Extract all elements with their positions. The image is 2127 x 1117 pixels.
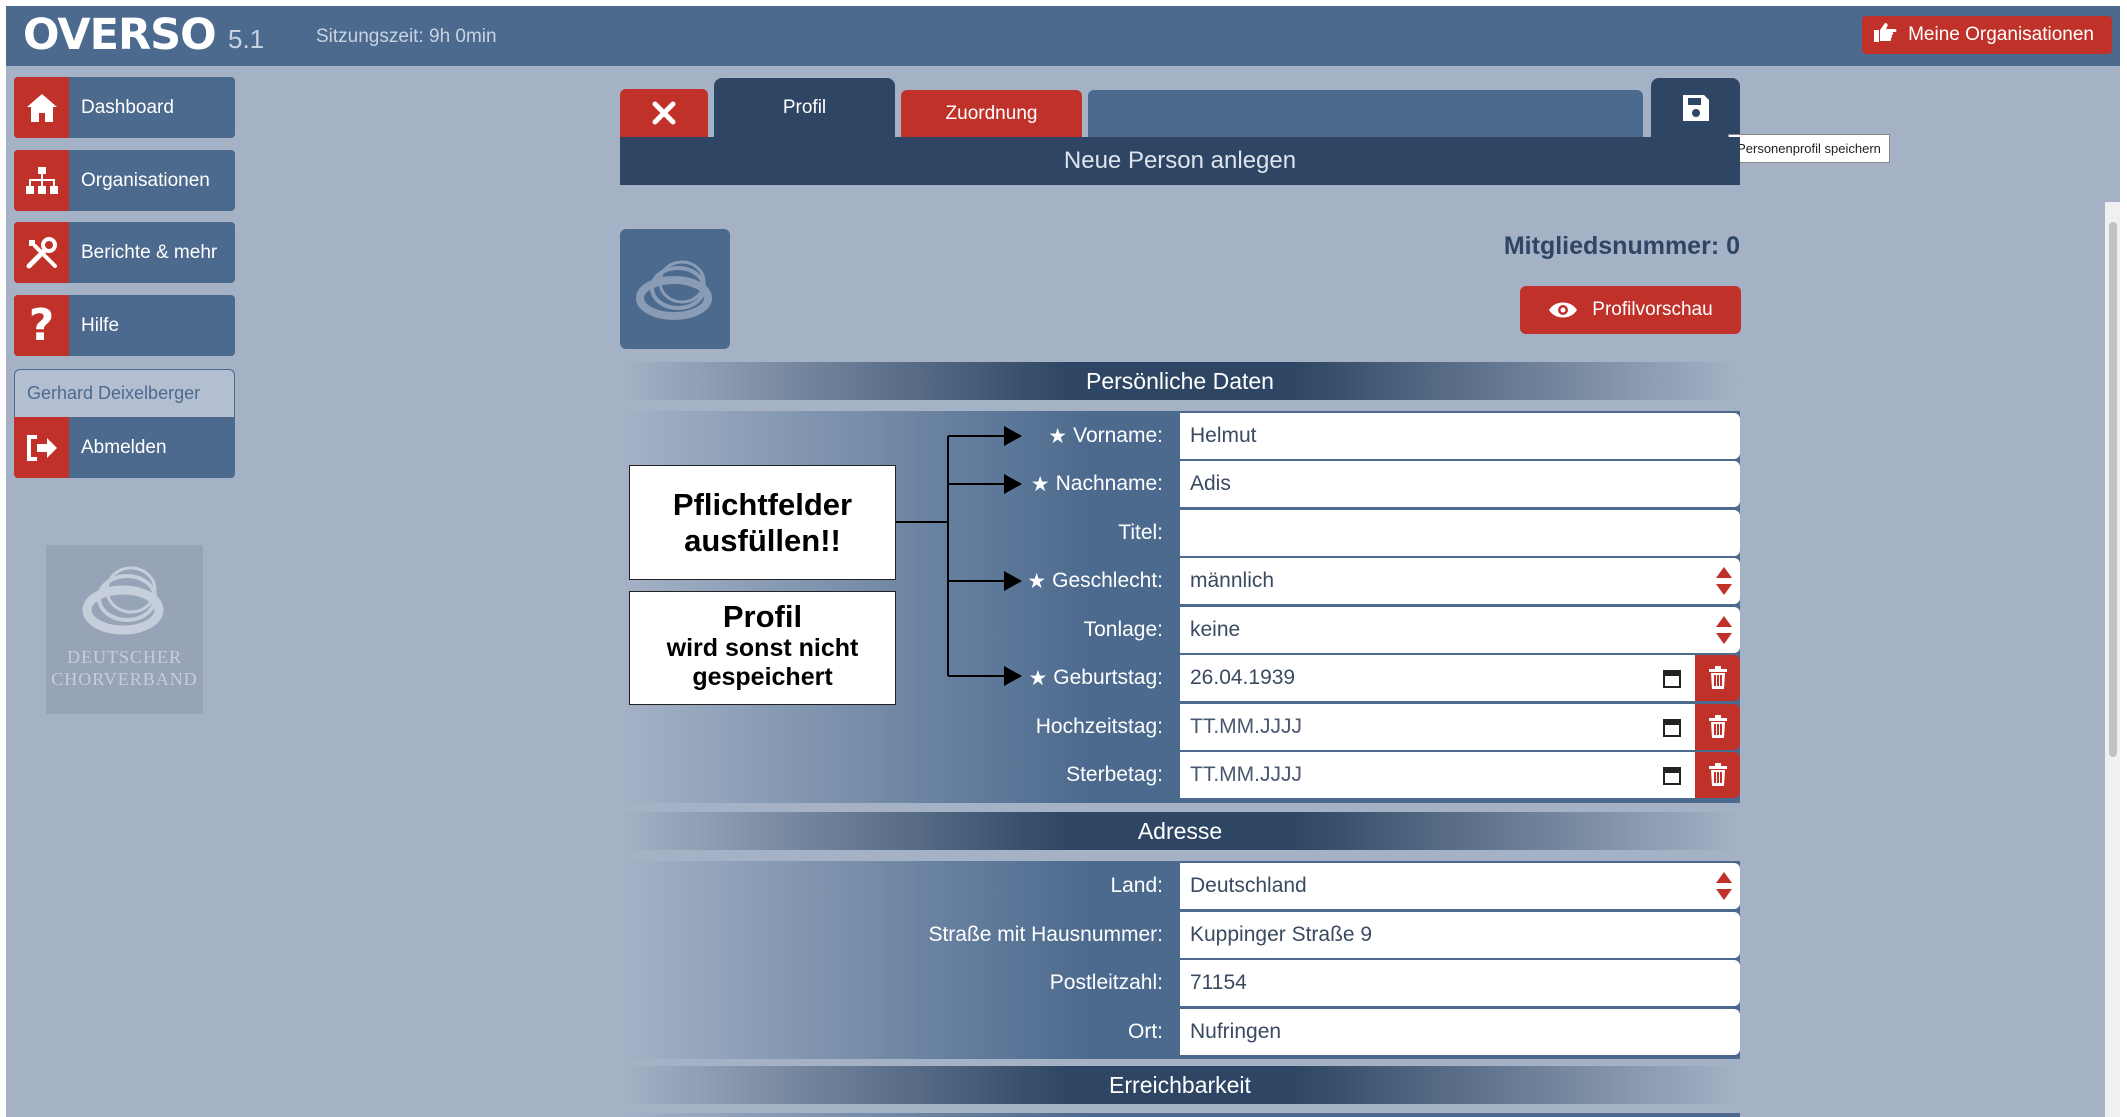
calendar-icon[interactable]: [1663, 765, 1681, 785]
ort-label: Ort:: [1128, 1020, 1163, 1043]
geburtstag-value: 26.04.1939: [1190, 666, 1296, 689]
vorname-label: ★ Vorname:: [1048, 424, 1163, 448]
save-icon: [1682, 95, 1709, 121]
sidebar-item-label: Organisationen: [81, 169, 210, 191]
annotation-line: Profil: [722, 599, 803, 634]
sidebar-item-label: Berichte & mehr: [81, 241, 218, 263]
app-version: 5.1: [228, 24, 265, 54]
hochzeitstag-label: Hochzeitstag:: [1035, 715, 1163, 738]
sterbetag-field[interactable]: TT.MM.JJJJ: [1180, 752, 1695, 798]
plz-field[interactable]: 71154: [1180, 960, 1740, 1006]
tab-zuordnung[interactable]: Zuordnung: [901, 90, 1082, 138]
logo-text-line: DEUTSCHER: [66, 647, 182, 667]
annotation-profile-not-saved: Profil wird sonst nicht gespeichert: [629, 591, 896, 705]
clear-sterbetag-button[interactable]: [1695, 752, 1740, 798]
vorname-field[interactable]: Helmut: [1180, 413, 1740, 459]
calendar-icon[interactable]: [1663, 668, 1681, 688]
required-star-icon: ★: [1028, 666, 1048, 690]
plz-label: Postleitzahl:: [1049, 971, 1163, 994]
eye-icon: [1549, 302, 1578, 318]
tab-bar-filler: [1088, 90, 1643, 138]
trash-icon: [1708, 763, 1727, 786]
save-button[interactable]: [1651, 78, 1740, 138]
chorverband-logo: DEUTSCHER CHORVERBAND: [46, 545, 203, 714]
select-arrows-icon: [1716, 872, 1732, 900]
logout-button[interactable]: Abmelden: [14, 417, 235, 478]
save-tooltip: Personenprofil speichern: [1728, 134, 1890, 163]
ort-field[interactable]: Nufringen: [1180, 1009, 1740, 1055]
my-organisations-label: Meine Organisationen: [1908, 24, 2094, 45]
strasse-label: Straße mit Hausnummer:: [928, 923, 1163, 946]
required-star-icon: ★: [1048, 424, 1068, 448]
tab-profil[interactable]: Profil: [714, 78, 895, 138]
section-body-reachability: [620, 1113, 1740, 1117]
required-star-icon: ★: [1027, 569, 1047, 593]
trash-icon: [1708, 666, 1727, 689]
titel-field[interactable]: [1180, 510, 1740, 556]
geburtstag-field[interactable]: 26.04.1939: [1180, 655, 1695, 701]
sidebar-item-berichte[interactable]: Berichte & mehr: [14, 222, 235, 283]
sidebar-item-label: Hilfe: [81, 314, 120, 336]
geschlecht-value: männlich: [1190, 569, 1275, 592]
pointing-hand-icon: [1872, 21, 1898, 49]
tools-icon: [14, 222, 69, 283]
sidebar-item-dashboard[interactable]: Dashboard: [14, 77, 235, 138]
session-time: Sitzungszeit: 9h 0min: [316, 26, 497, 47]
strasse-field[interactable]: Kuppinger Straße 9: [1180, 912, 1740, 958]
profile-preview-button[interactable]: Profilvorschau: [1520, 286, 1741, 334]
close-icon: [652, 101, 676, 125]
profile-preview-label: Profilvorschau: [1592, 299, 1713, 320]
avatar-placeholder-icon: [636, 260, 712, 320]
tonlage-value: keine: [1190, 618, 1241, 641]
home-icon: [14, 77, 69, 138]
land-value: Deutschland: [1190, 874, 1307, 897]
avatar[interactable]: [620, 229, 730, 349]
geschlecht-select[interactable]: männlich: [1180, 558, 1740, 604]
sidebar-item-label: Dashboard: [81, 96, 174, 118]
trash-icon: [1708, 715, 1727, 738]
clear-hochzeitstag-button[interactable]: [1695, 704, 1740, 750]
page-scrollbar[interactable]: [2105, 202, 2120, 1117]
select-arrows-icon: [1716, 616, 1732, 644]
top-bar: OVERSO 5.1 Sitzungszeit: 9h 0min Meine O…: [6, 6, 2120, 66]
select-arrows-icon: [1716, 567, 1732, 595]
close-tab-button[interactable]: [620, 89, 708, 137]
sidebar-item-hilfe[interactable]: ? Hilfe: [14, 295, 235, 356]
section-header-address: Adresse: [620, 812, 1740, 850]
app-window: OVERSO 5.1 Sitzungszeit: 9h 0min Meine O…: [6, 6, 2120, 1117]
logo-text-line: CHORVERBAND: [51, 669, 198, 689]
land-select[interactable]: Deutschland: [1180, 863, 1740, 909]
logout-icon: [14, 417, 69, 478]
my-organisations-button[interactable]: Meine Organisationen: [1862, 16, 2112, 54]
current-user-name: Gerhard Deixelberger: [14, 369, 235, 417]
org-chart-icon: [14, 150, 69, 211]
tonlage-select[interactable]: keine: [1180, 607, 1740, 653]
required-star-icon: ★: [1030, 472, 1050, 496]
scrollbar-thumb[interactable]: [2109, 222, 2117, 757]
logout-label: Abmelden: [81, 436, 167, 458]
annotation-line: wird sonst nicht: [666, 634, 859, 662]
question-icon: ?: [14, 295, 69, 356]
annotation-line: ausfüllen!!: [684, 522, 841, 558]
clear-geburtstag-button[interactable]: [1695, 655, 1740, 701]
section-header-personal: Persönliche Daten: [620, 362, 1740, 400]
sterbetag-label: Sterbetag:: [1066, 763, 1163, 786]
annotation-line: gespeichert: [692, 663, 833, 691]
land-label: Land:: [1110, 874, 1163, 897]
section-header-reachability: Erreichbarkeit: [620, 1066, 1740, 1104]
annotation-required-fields: Pflichtfelder ausfüllen!!: [629, 465, 896, 580]
member-number: Mitgliedsnummer: 0: [1503, 232, 1740, 260]
hochzeitstag-value: TT.MM.JJJJ: [1190, 715, 1302, 738]
hochzeitstag-field[interactable]: TT.MM.JJJJ: [1180, 704, 1695, 750]
sidebar-item-organisationen[interactable]: Organisationen: [14, 150, 235, 211]
sterbetag-value: TT.MM.JJJJ: [1190, 763, 1302, 786]
app-logo: OVERSO: [23, 10, 217, 60]
calendar-icon[interactable]: [1663, 717, 1681, 737]
nachname-field[interactable]: Adis: [1180, 461, 1740, 507]
annotation-line: Pflichtfelder: [672, 486, 853, 522]
page-title: Neue Person anlegen: [620, 137, 1740, 185]
